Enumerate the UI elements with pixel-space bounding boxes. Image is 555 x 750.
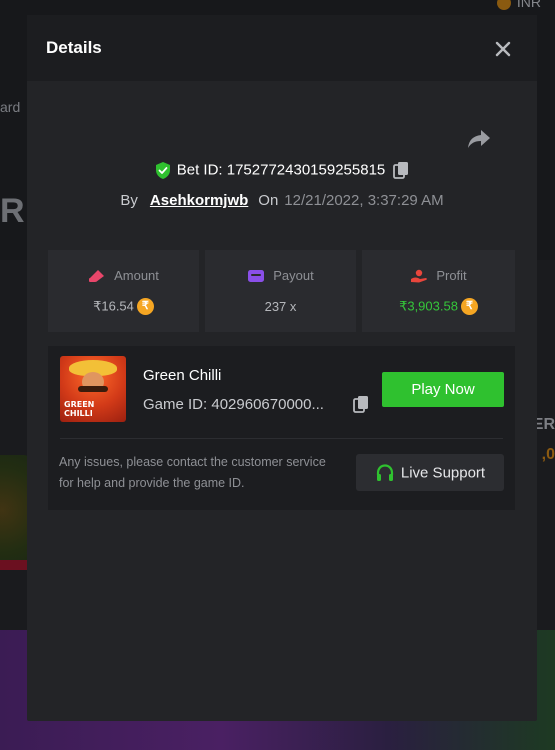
stat-profit-value: ₹3,903.58 (399, 298, 458, 314)
close-icon (495, 41, 511, 57)
play-now-button[interactable]: Play Now (382, 372, 504, 407)
verified-shield-icon (155, 161, 170, 179)
game-name: Green Chilli (143, 367, 222, 384)
stat-amount: Amount ₹16.54 ₹ (48, 250, 199, 332)
copy-bet-id-icon[interactable] (393, 161, 409, 179)
bet-details-modal: Details Bet ID: 1752772430159255815 By As… (27, 15, 537, 721)
bet-id-row: Bet ID: 1752772430159255815 (27, 161, 537, 179)
live-support-button[interactable]: Live Support (356, 454, 504, 491)
username-link[interactable]: Asehkormjwb (150, 192, 248, 209)
currency-selector: INR (496, 0, 541, 11)
game-card: GREEN CHILLI Green Chilli Game ID: 40296… (48, 346, 515, 510)
game-thumbnail[interactable]: GREEN CHILLI (60, 356, 126, 422)
currency-label: INR (516, 0, 541, 10)
thumbnail-logo-text: GREEN CHILLI (64, 400, 95, 418)
modal-header: Details (27, 15, 537, 81)
modal-title: Details (46, 38, 102, 57)
currency-coin-icon (496, 0, 511, 11)
stat-payout-value: 237 x (264, 299, 297, 315)
stat-payout-label: Payout (273, 268, 314, 284)
bet-id-value: 1752772430159255815 (226, 161, 386, 179)
stat-amount-value: ₹16.54 (93, 298, 134, 314)
bet-meta-row: By Asehkormjwb On 12/21/2022, 3:37:29 AM (27, 192, 537, 209)
game-id: Game ID: 402960670000... (143, 396, 324, 413)
close-button[interactable] (493, 39, 513, 59)
background-heading-fragment: R (0, 192, 25, 230)
background-right-number: ,0 (541, 446, 555, 463)
background-strip (0, 560, 30, 570)
divider (60, 438, 503, 439)
background-text-fragment: ard (0, 99, 21, 115)
share-icon (468, 130, 490, 148)
money-icon (89, 269, 105, 282)
rupee-coin-icon: ₹ (460, 298, 478, 316)
bet-datetime: 12/21/2022, 3:37:29 AM (284, 192, 444, 209)
copy-game-id-icon[interactable] (352, 395, 370, 413)
mustache-graphic (78, 386, 108, 392)
stat-amount-label: Amount (114, 268, 159, 284)
game-id-value: 402960670000... (211, 396, 324, 413)
share-button[interactable] (467, 128, 491, 150)
on-label: On (258, 192, 279, 209)
support-notice: Any issues, please contact the customer … (59, 455, 326, 490)
rupee-coin-icon: ₹ (136, 298, 154, 316)
stat-profit: Profit ₹3,903.58 ₹ (362, 250, 515, 332)
by-label: By (120, 192, 138, 209)
wallet-icon (248, 269, 265, 282)
game-id-label: Game ID: (143, 396, 208, 413)
hand-coin-icon (411, 269, 428, 283)
headset-icon (376, 464, 393, 482)
wheel-thumbnail (0, 455, 30, 565)
bet-id-label: Bet ID: (176, 161, 223, 179)
live-support-label: Live Support (400, 464, 486, 482)
stat-profit-label: Profit (436, 268, 467, 284)
bet-stats: Amount ₹16.54 ₹ Payout 237 x Profit ₹3,9… (48, 250, 515, 332)
stat-payout: Payout 237 x (205, 250, 356, 332)
